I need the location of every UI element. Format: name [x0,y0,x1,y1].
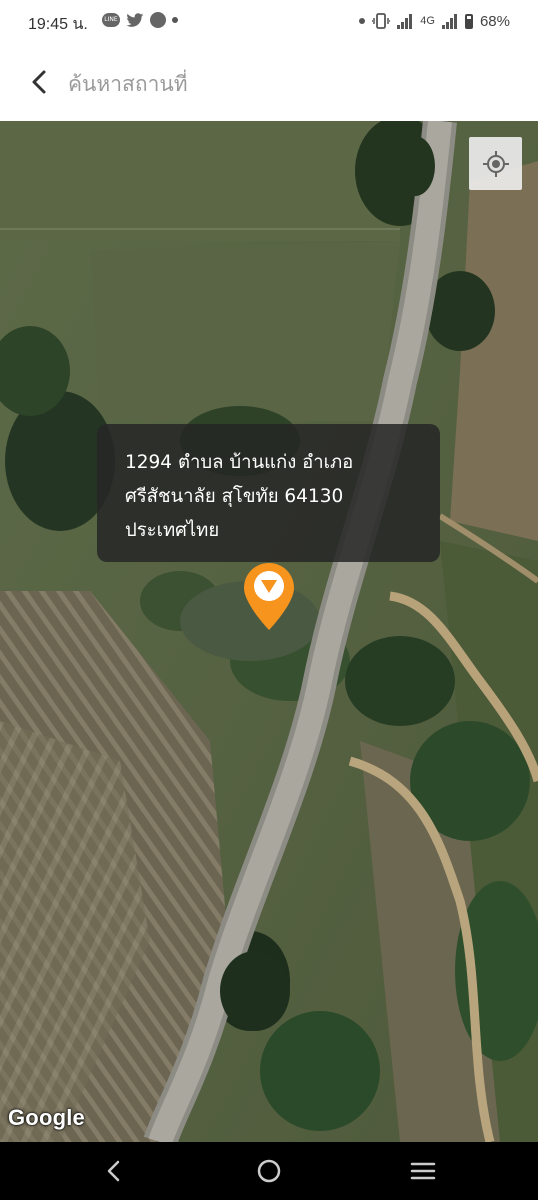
app-header: ค้นหาสถานที่ [0,44,538,121]
network-type-label: 4G [420,15,435,27]
back-button[interactable] [22,62,58,102]
battery-icon [464,13,473,29]
signal-2-icon [441,13,457,29]
notification-icons: LINE [102,12,178,28]
map-marker-icon [244,563,294,630]
status-time: 19:45 น. [28,16,88,33]
nav-back-icon [107,1160,120,1182]
address-line: ศรีสัชนาลัย สุโขทัย 64130 [125,486,344,507]
twitter-icon [126,12,144,27]
map-view[interactable]: 1294 ตำบล บ้านแก่ง อำเภอ ศรีสัชนาลัย สุโ… [0,121,538,1142]
address-info-box[interactable]: 1294 ตำบล บ้านแก่ง อำเภอ ศรีสัชนาลัย สุโ… [97,424,440,562]
my-location-button[interactable] [469,137,522,190]
more-notifications-dot-icon [172,17,178,23]
dot-icon [359,18,366,24]
app-notification-icon [150,12,166,28]
vibrate-icon [372,13,391,29]
nav-home-icon [257,1159,281,1183]
chevron-left-icon [32,70,46,94]
location-pin[interactable] [243,562,295,632]
nav-back-button[interactable] [97,1156,131,1186]
address-line: ประเทศไทย [125,520,220,541]
status-bar: 19:45 น. LINE 4G 68% [0,0,538,44]
line-app-icon: LINE [102,13,120,27]
system-nav-bar [0,1142,538,1200]
nav-recents-icon [410,1162,436,1180]
nav-home-button[interactable] [252,1156,286,1186]
google-attribution: Google [8,1105,85,1130]
nav-recents-button[interactable] [406,1156,440,1186]
system-icons: 4G 68% [359,12,510,30]
battery-percent: 68% [479,12,510,30]
page-title: ค้นหาสถานที่ [68,72,188,96]
crosshair-location-icon [482,150,509,177]
signal-icon [397,13,413,29]
address-line: 1294 ตำบล บ้านแก่ง อำเภอ [125,452,354,473]
